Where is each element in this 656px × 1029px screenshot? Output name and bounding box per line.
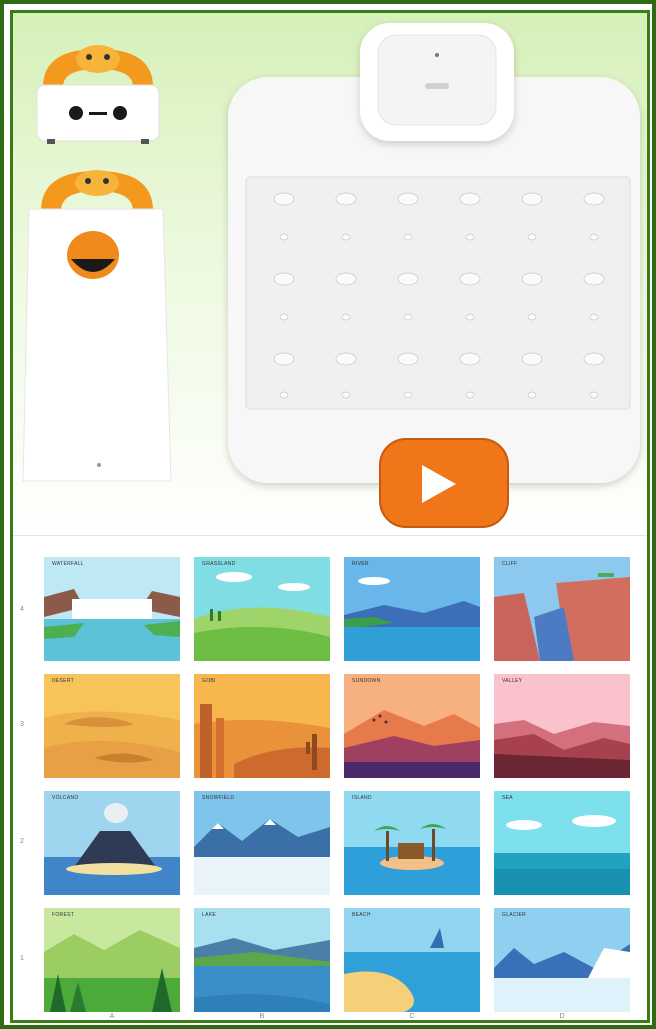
scene-label: GRASSLAND — [202, 561, 236, 567]
scene-tile-beach[interactable]: BEACH — [344, 908, 480, 1012]
robot-tall — [22, 170, 172, 482]
scene-tile-gobi[interactable]: GOBI — [194, 674, 330, 778]
row-label: 3 — [20, 721, 24, 728]
column-label: C — [409, 1013, 415, 1020]
scene-label: ISLAND — [352, 795, 372, 801]
board-stud — [459, 192, 481, 206]
scene-label: SNOWFIELD — [202, 795, 235, 801]
scene-label: SEA — [502, 795, 513, 801]
board-stud — [341, 391, 351, 399]
scene-tile-desert[interactable]: DESERT — [44, 674, 180, 778]
board-stud — [589, 313, 599, 321]
scene-tile-forest[interactable]: FOREST — [44, 908, 180, 1012]
scene-label: BEACH — [352, 912, 371, 918]
board-stud — [279, 391, 289, 399]
board-stud — [527, 313, 537, 321]
board-stud — [583, 352, 605, 366]
board-stud — [273, 192, 295, 206]
board-stud — [335, 352, 357, 366]
board-stud — [279, 233, 289, 241]
robot-small — [36, 45, 160, 144]
board-stud — [521, 272, 543, 286]
scene-label: DESERT — [52, 678, 74, 684]
board-stud — [465, 313, 475, 321]
board-stud — [397, 352, 419, 366]
board-stud — [589, 233, 599, 241]
scene-tile-snowfield[interactable]: SNOWFIELD — [194, 791, 330, 895]
board-stud — [403, 313, 413, 321]
scene-tile-waterfall[interactable]: WATERFALL — [44, 557, 180, 661]
column-label: A — [109, 1013, 115, 1020]
board-stud — [589, 391, 599, 399]
board-stud — [397, 192, 419, 206]
scene-tile-grassland[interactable]: GRASSLAND — [194, 557, 330, 661]
board-stud — [335, 192, 357, 206]
board-stud — [341, 313, 351, 321]
board-stud — [403, 233, 413, 241]
board-stud — [335, 272, 357, 286]
column-label: B — [259, 1013, 265, 1020]
scene-label: VALLEY — [502, 678, 523, 684]
scene-label: VOLCANO — [52, 795, 79, 801]
scene-tile-island[interactable]: ISLAND — [344, 791, 480, 895]
board-stud — [341, 233, 351, 241]
play-board — [228, 23, 640, 528]
board-stud — [273, 352, 295, 366]
board-stud — [465, 233, 475, 241]
board-stud — [459, 352, 481, 366]
scene-tile-valley[interactable]: VALLEY — [494, 674, 630, 778]
board-stud — [521, 352, 543, 366]
row-label: 2 — [20, 838, 24, 845]
row-label: 1 — [20, 955, 24, 962]
scene-label: WATERFALL — [52, 561, 84, 567]
board-stud — [273, 272, 295, 286]
scene-tile-cliff[interactable]: CLIFF — [494, 557, 630, 661]
scene-label: SUNDOWN — [352, 678, 381, 684]
board-stud — [583, 192, 605, 206]
board-stud — [465, 391, 475, 399]
board-stud — [521, 192, 543, 206]
board-stud — [583, 272, 605, 286]
scene-tile-sea[interactable]: SEA — [494, 791, 630, 895]
scene-tile-lake[interactable]: LAKE — [194, 908, 330, 1012]
product-photo-area — [13, 13, 647, 535]
scene-label: RIVER — [352, 561, 369, 567]
board-stud — [459, 272, 481, 286]
row-label: 4 — [20, 606, 24, 613]
board-stud — [279, 313, 289, 321]
scene-tile-sundown[interactable]: SUNDOWN — [344, 674, 480, 778]
scene-tile-glacier[interactable]: GLACIER — [494, 908, 630, 1012]
scene-label: LAKE — [202, 912, 216, 918]
board-stud — [403, 391, 413, 399]
board-stud — [397, 272, 419, 286]
scene-label: FOREST — [52, 912, 75, 918]
board-stud — [527, 391, 537, 399]
scene-tile-river[interactable]: RIVER — [344, 557, 480, 661]
column-label: D — [559, 1013, 565, 1020]
scene-label: GOBI — [202, 678, 216, 684]
board-stud — [527, 233, 537, 241]
scene-tile-volcano[interactable]: VOLCANO — [44, 791, 180, 895]
play-button[interactable] — [379, 438, 509, 528]
image-frame: 4 3 2 1 A B C D WATERFALL GRASSLAND RIVE… — [0, 0, 656, 1029]
scene-label: CLIFF — [502, 561, 518, 567]
scene-label: GLACIER — [502, 912, 527, 918]
